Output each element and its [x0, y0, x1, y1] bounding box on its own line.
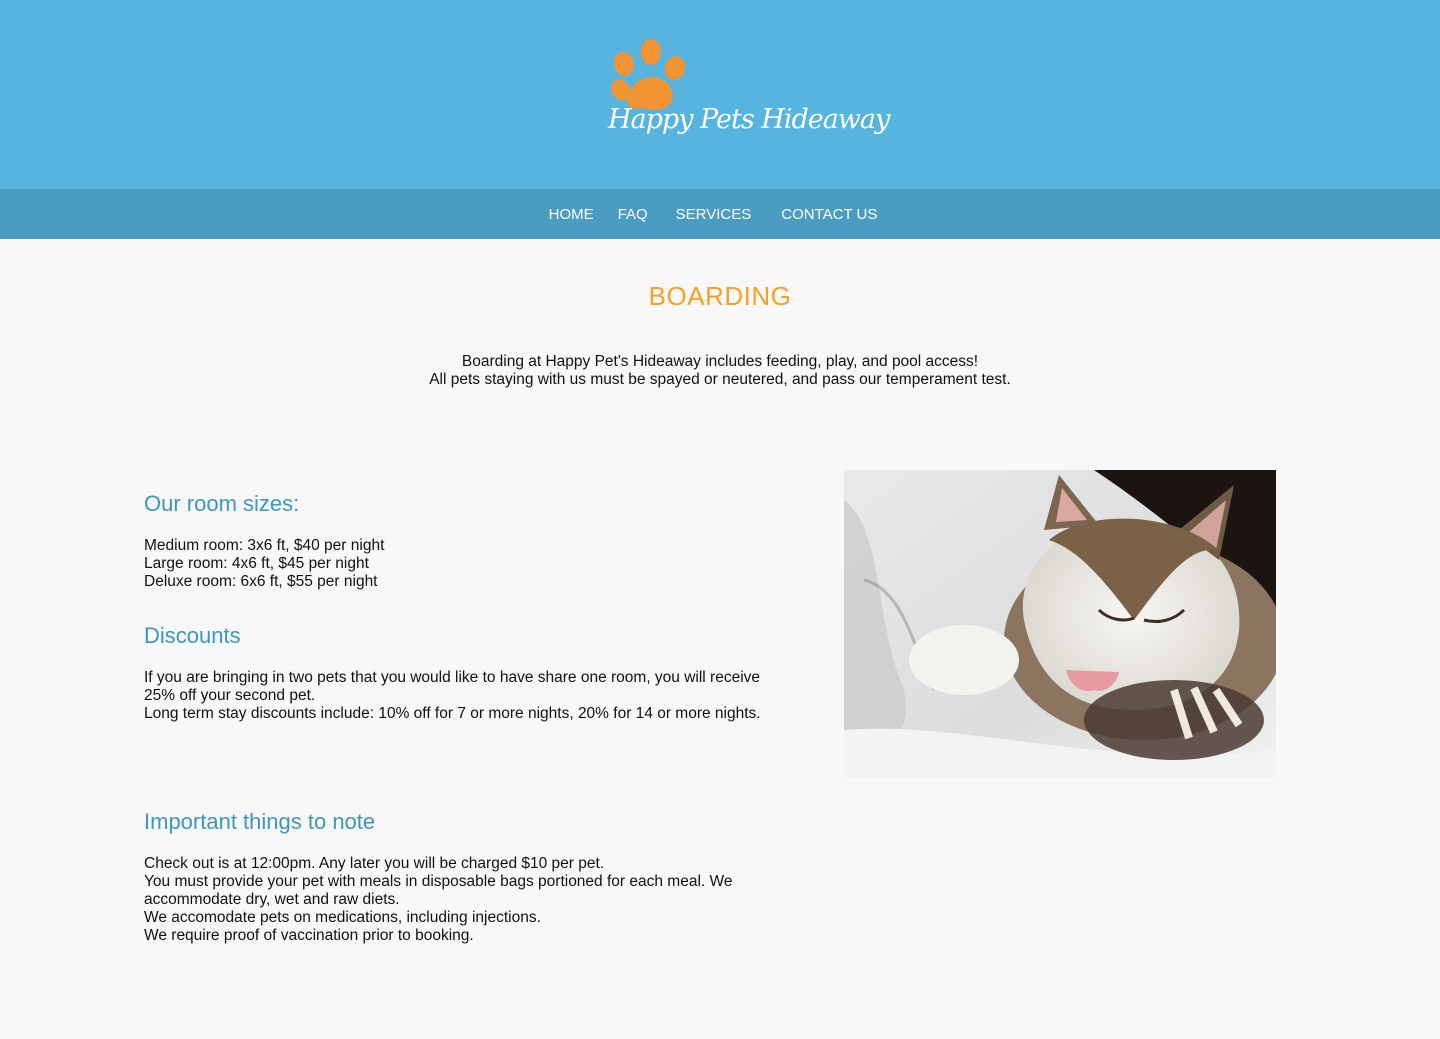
nav-contact-us[interactable]: CONTACT US — [767, 206, 891, 223]
room-line: Deluxe room: 6x6 ft, $55 per night — [144, 573, 378, 590]
paw-print-icon — [611, 39, 686, 110]
notes-heading: Important things to note — [144, 809, 376, 834]
page-title: BOARDING — [648, 281, 792, 311]
logo-wordmark: Happy Pets Hideaway — [608, 104, 890, 135]
rooms-heading: Our room sizes: — [144, 491, 300, 516]
note-line: We accomodate pets on medications, inclu… — [144, 909, 541, 926]
intro-text: Boarding at Happy Pet's Hideaway include… — [0, 353, 1440, 389]
site-header: Happy Pets Hideaway — [0, 0, 1440, 189]
nav-services[interactable]: SERVICES — [664, 206, 768, 223]
discounts-heading: Discounts — [144, 623, 241, 648]
note-line: Check out is at 12:00pm. Any later you w… — [144, 855, 605, 872]
notes-section: Important things to note Check out is at… — [144, 809, 794, 945]
details-column: Our room sizes: Medium room: 3x6 ft, $40… — [144, 491, 794, 945]
sleeping-cat-image — [844, 470, 1276, 778]
discounts-section: Discounts If you are bringing in two pet… — [144, 623, 794, 723]
main-nav: HOME FAQ SERVICES CONTACT US — [0, 189, 1440, 239]
page-content: BOARDING Boarding at Happy Pet's Hideawa… — [0, 239, 1440, 1039]
rooms-section: Our room sizes: Medium room: 3x6 ft, $40… — [144, 491, 794, 591]
note-line: We require proof of vaccination prior to… — [144, 927, 474, 944]
discount-line: If you are bringing in two pets that you… — [144, 669, 761, 704]
cat-illustration — [844, 470, 1276, 778]
nav-faq[interactable]: FAQ — [606, 206, 664, 223]
note-line: You must provide your pet with meals in … — [144, 873, 733, 908]
intro-line: All pets staying with us must be spayed … — [429, 371, 1011, 388]
room-line: Large room: 4x6 ft, $45 per night — [144, 555, 369, 572]
intro-line: Boarding at Happy Pet's Hideaway include… — [461, 353, 979, 370]
discount-line: Long term stay discounts include: 10% of… — [144, 705, 761, 722]
room-line: Medium room: 3x6 ft, $40 per night — [144, 537, 385, 554]
site-logo[interactable]: Happy Pets Hideaway — [606, 38, 890, 150]
nav-home[interactable]: HOME — [549, 206, 606, 223]
